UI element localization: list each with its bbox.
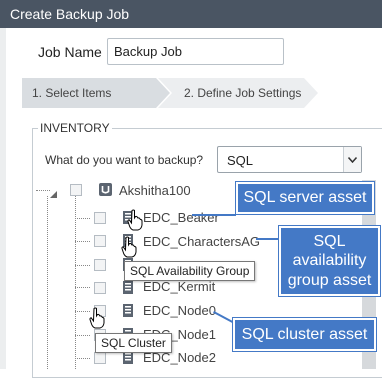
backup-type-select[interactable]: SQL xyxy=(217,146,362,173)
callout-connector xyxy=(192,214,236,216)
callout-availability-group-asset: SQL availability group asset xyxy=(278,225,381,297)
collapse-triangle-icon[interactable] xyxy=(50,187,57,198)
tree-line xyxy=(75,265,90,266)
left-strip xyxy=(0,28,6,369)
backup-type-value: SQL xyxy=(227,153,254,168)
tree-node-label[interactable]: EDC_CharactersAG xyxy=(143,234,260,249)
step-define-job-settings[interactable]: 2. Define Job Settings xyxy=(158,78,318,108)
callout-cluster-asset: SQL cluster asset xyxy=(232,317,377,352)
window-title: Create Backup Job xyxy=(0,0,382,28)
tree-line xyxy=(36,190,50,191)
callout-server-asset: SQL server asset xyxy=(235,181,375,215)
inventory-title: INVENTORY xyxy=(38,121,112,135)
node-checkbox[interactable] xyxy=(94,352,106,364)
tree-line xyxy=(75,335,90,336)
step-select-items[interactable]: 1. Select Items xyxy=(22,78,170,108)
database-icon xyxy=(123,281,133,294)
tree-line xyxy=(75,196,76,369)
tree-node-root-label[interactable]: Akshitha100 xyxy=(119,183,191,198)
tree-line xyxy=(75,241,90,242)
node-checkbox[interactable] xyxy=(94,212,106,224)
callout-connector xyxy=(256,238,281,240)
tree-node-label[interactable]: EDC_Node0 xyxy=(143,303,216,318)
hand-cursor-icon xyxy=(121,236,137,258)
tree-line xyxy=(75,311,90,312)
server-icon xyxy=(99,183,112,196)
backup-type-label: What do you want to backup? xyxy=(45,153,204,167)
node-checkbox[interactable] xyxy=(94,282,106,294)
node-checkbox[interactable] xyxy=(94,235,106,247)
node-checkbox[interactable] xyxy=(94,259,106,271)
tree-node-label[interactable]: EDC_Beaker xyxy=(143,210,219,225)
job-name-label: Job Name xyxy=(38,44,102,60)
tree-line xyxy=(75,358,90,359)
chevron-down-icon[interactable] xyxy=(343,147,361,172)
job-name-input[interactable] xyxy=(107,38,284,65)
hand-cursor-icon xyxy=(127,209,143,231)
tree-line xyxy=(75,287,90,288)
root-checkbox[interactable] xyxy=(70,184,82,196)
database-icon xyxy=(123,304,133,317)
tree-line xyxy=(75,218,90,219)
tree-line xyxy=(47,196,48,369)
tooltip-availability-group: SQL Availability Group xyxy=(124,261,256,281)
tree-node-label[interactable]: EDC_Kermit xyxy=(143,279,215,294)
wizard-steps: 1. Select Items 2. Define Job Settings xyxy=(22,78,322,108)
tooltip-cluster: SQL Cluster xyxy=(95,333,172,353)
hand-cursor-icon xyxy=(89,307,105,329)
